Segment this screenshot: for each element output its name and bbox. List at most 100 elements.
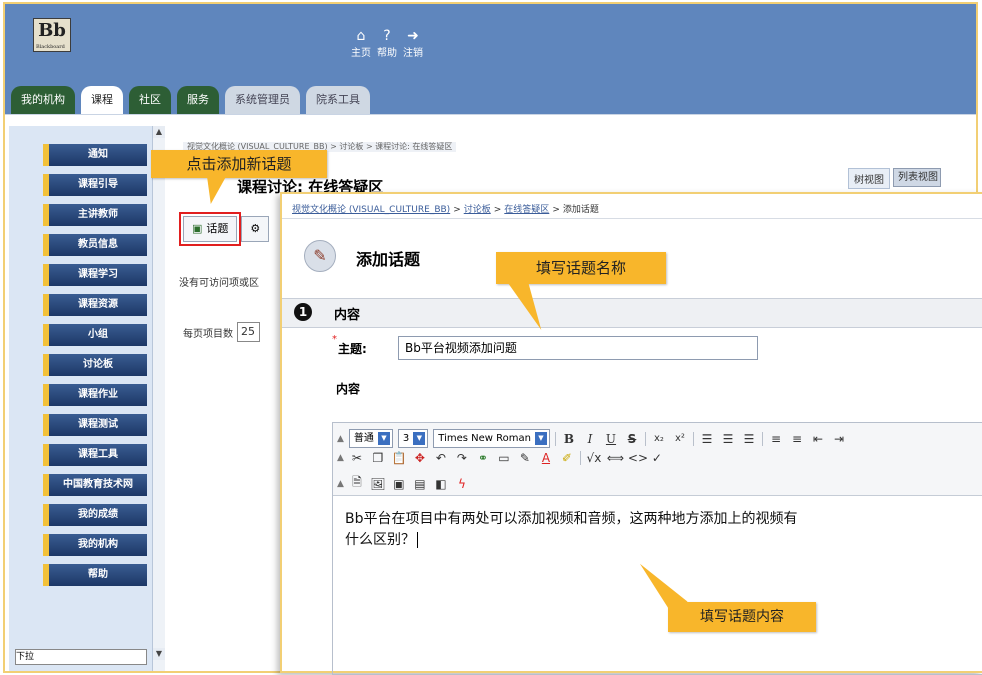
menu-item-instructor[interactable]: 主讲教师: [43, 204, 147, 226]
breadcrumb-forum[interactable]: 在线答疑区: [504, 205, 549, 215]
underline-icon[interactable]: U: [603, 432, 619, 446]
collect-button[interactable]: ⚙: [241, 216, 270, 242]
logo-text: Bb: [38, 20, 66, 41]
strikethrough-icon[interactable]: S: [624, 432, 640, 446]
content-label: 内容: [336, 382, 361, 396]
nav-home-label: 主页: [351, 48, 371, 59]
rich-text-editor: ▲ 普通 ▼ 3 ▼ Times New Roman ▼ B I U S x₂ x² …: [332, 422, 982, 675]
menu-item-assignments[interactable]: 课程作业: [43, 384, 147, 406]
insert-video-icon[interactable]: ◧: [433, 477, 449, 491]
italic-icon[interactable]: I: [582, 432, 598, 446]
toolbar-separator: [761, 431, 763, 446]
tab-courses[interactable]: 课程: [81, 86, 123, 114]
menu-item-course-study[interactable]: 课程学习: [43, 264, 147, 286]
copy-icon[interactable]: ❐: [370, 451, 386, 465]
tab-services[interactable]: 服务: [177, 86, 219, 114]
empty-message: 没有可访问项或区: [179, 278, 259, 289]
menu-item-my-institution[interactable]: 我的机构: [43, 534, 147, 556]
nav-logout[interactable]: ➜ 注销: [403, 28, 423, 59]
scroll-up-arrow-icon[interactable]: ▲: [153, 126, 165, 138]
breadcrumb-discussion-board[interactable]: 讨论板: [464, 205, 491, 215]
font-size-select[interactable]: 3 ▼: [397, 429, 429, 448]
menu-item-announcements[interactable]: 通知: [43, 144, 147, 166]
chevron-down-icon: ▼: [413, 432, 426, 445]
view-tabs: 树视图 列表视图: [848, 168, 941, 189]
superscript-icon[interactable]: x²: [672, 433, 688, 444]
insert-media-icon[interactable]: ▣: [391, 477, 407, 491]
redo-icon[interactable]: ↷: [454, 451, 470, 465]
menu-item-help[interactable]: 帮助: [43, 564, 147, 586]
menu-item-edu-tech-net[interactable]: 中国教育技术网: [43, 474, 147, 496]
paragraph-style-select[interactable]: 普通 ▼: [348, 429, 393, 448]
menu-item-staff-info[interactable]: 教员信息: [43, 234, 147, 256]
undo-icon[interactable]: ↶: [433, 451, 449, 465]
course-menu: 通知 课程引导 主讲教师 教员信息 课程学习 课程资源 小组 讨论板 课程作业 …: [43, 144, 147, 594]
align-right-icon[interactable]: ☰: [741, 432, 757, 446]
breadcrumb-current: 添加话题: [562, 205, 599, 215]
menu-item-tools[interactable]: 课程工具: [43, 444, 147, 466]
insert-flash-icon[interactable]: ϟ: [454, 477, 470, 491]
editor-body-line-2: 什么区别？: [345, 532, 415, 548]
bold-icon[interactable]: B: [561, 432, 577, 446]
list-view-tab[interactable]: 列表视图: [893, 168, 941, 187]
highlight-pen-icon[interactable]: ✎: [517, 451, 533, 465]
font-family-select[interactable]: Times New Roman ▼: [433, 429, 550, 448]
ordered-list-icon[interactable]: ≡: [768, 432, 784, 446]
sidebar-scrollbar[interactable]: ▲ ▼: [152, 126, 165, 671]
nav-help[interactable]: ? 帮助: [377, 28, 397, 59]
menu-item-tests[interactable]: 课程测试: [43, 414, 147, 436]
nav-home[interactable]: ⌂ 主页: [351, 28, 371, 59]
menu-item-groups[interactable]: 小组: [43, 324, 147, 346]
top-navigation: ⌂ 主页 ? 帮助 ➜ 注销: [351, 28, 423, 59]
paste-icon[interactable]: 📋: [391, 451, 407, 465]
link-icon[interactable]: ⚭: [475, 451, 491, 465]
course-menu-sidebar: 通知 课程引导 主讲教师 教员信息 课程学习 课程资源 小组 讨论板 课程作业 …: [9, 126, 165, 671]
tab-department-tools[interactable]: 院系工具: [306, 86, 370, 114]
tree-view-tab[interactable]: 树视图: [848, 168, 890, 189]
table-icon[interactable]: ▭: [496, 451, 512, 465]
menu-item-my-grades[interactable]: 我的成绩: [43, 504, 147, 526]
embed-icon[interactable]: ⟺: [607, 451, 624, 465]
callout-add-thread: 点击添加新话题: [151, 150, 327, 178]
subscript-icon[interactable]: x₂: [651, 433, 667, 444]
blackboard-logo[interactable]: Bb Blackboard: [33, 18, 71, 52]
sidebar-select[interactable]: 下拉: [15, 649, 147, 665]
tab-my-institution[interactable]: 我的机构: [11, 86, 75, 114]
spell-check-doc-icon[interactable]: ✓: [649, 451, 665, 465]
unordered-list-icon[interactable]: ≡: [789, 432, 805, 446]
html-source-icon[interactable]: <>: [628, 451, 648, 465]
outdent-icon[interactable]: ⇤: [810, 432, 826, 446]
editor-body-line-1: Bb平台在项目中有两处可以添加视频和音频，这两种地方添加上的视频有: [345, 511, 798, 527]
cut-icon[interactable]: ✂: [349, 451, 365, 465]
indent-icon[interactable]: ⇥: [831, 432, 847, 446]
subject-input[interactable]: Bb平台视频添加问题: [398, 336, 758, 360]
breadcrumb-course[interactable]: 视觉文化概论 (VISUAL_CULTURE_BB): [292, 205, 450, 215]
tab-community[interactable]: 社区: [129, 86, 171, 114]
insert-image-icon[interactable]: 🖼: [370, 477, 386, 491]
background-color-icon[interactable]: ✐: [559, 451, 575, 465]
align-left-icon[interactable]: ☰: [699, 432, 715, 446]
content-section-header: 1 内容: [282, 298, 982, 328]
text-cursor: [417, 532, 418, 548]
editor-toolbar: ▲ 普通 ▼ 3 ▼ Times New Roman ▼ B I U S x₂ x² …: [333, 423, 982, 496]
step-number-badge: 1: [294, 303, 312, 321]
align-center-icon[interactable]: ☰: [720, 432, 736, 446]
menu-item-discussion-board[interactable]: 讨论板: [43, 354, 147, 376]
nav-help-label: 帮助: [377, 48, 397, 59]
font-color-icon[interactable]: A: [538, 451, 554, 465]
items-per-page: 每页项目数 25: [183, 322, 260, 342]
spellcheck-icon[interactable]: ✥: [412, 451, 428, 465]
insert-audio-icon[interactable]: ▤: [412, 477, 428, 491]
new-thread-button[interactable]: ▣ 话题: [178, 212, 242, 246]
toolbar-grip-icon: ▲: [337, 478, 344, 489]
menu-item-course-resources[interactable]: 课程资源: [43, 294, 147, 316]
insert-file-icon[interactable]: 🗎: [349, 473, 365, 494]
tab-system-admin[interactable]: 系统管理员: [225, 86, 300, 114]
forum-toolbar: ▣ 话题 ⚙: [178, 212, 270, 246]
menu-item-course-guide[interactable]: 课程引导: [43, 174, 147, 196]
math-equation-icon[interactable]: √x: [586, 451, 602, 465]
scroll-down-arrow-icon[interactable]: ▼: [153, 648, 165, 660]
new-thread-icon: ▣: [192, 222, 203, 235]
per-page-input[interactable]: 25: [237, 322, 260, 342]
editor-body[interactable]: Bb平台在项目中有两处可以添加视频和音频，这两种地方添加上的视频有 什么区别？: [345, 509, 965, 551]
